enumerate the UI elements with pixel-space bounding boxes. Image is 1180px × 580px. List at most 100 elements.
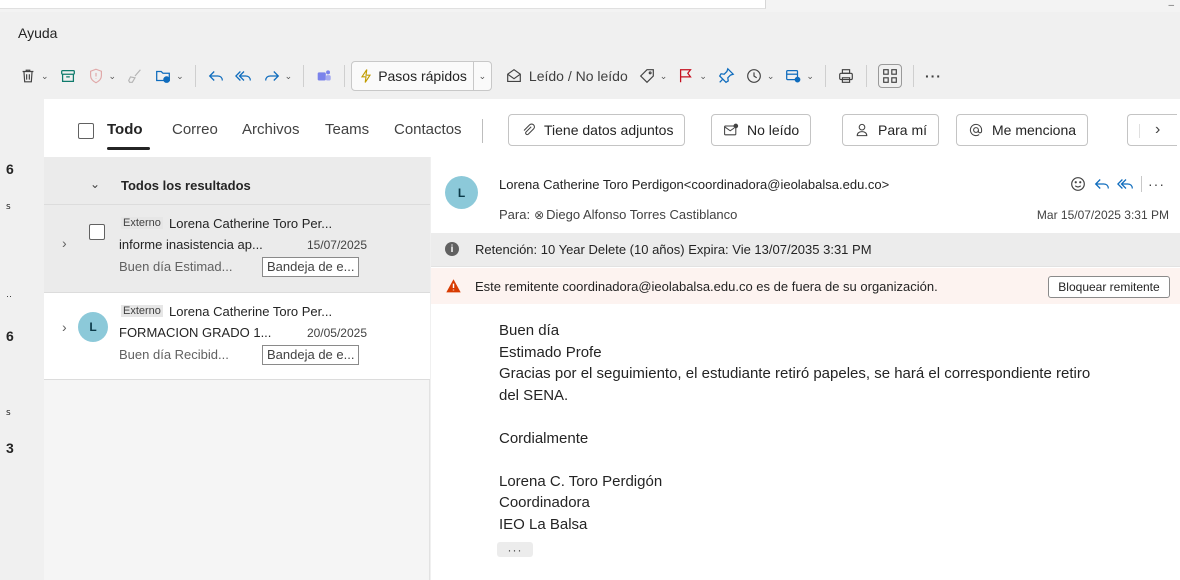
filter-attachments-chip[interactable]: Tiene datos adjuntos — [508, 114, 686, 146]
chevron-down-icon[interactable]: ⌄ — [41, 71, 49, 82]
ribbon-divider — [824, 65, 826, 87]
item-folder-badge[interactable]: Bandeja de e... — [262, 345, 360, 365]
emoji-icon[interactable] — [1069, 175, 1087, 193]
tab-contactos[interactable]: Contactos — [394, 121, 462, 138]
chip-divider — [1139, 124, 1140, 138]
categorize-button[interactable]: ⌄ — [633, 61, 673, 91]
reply-button[interactable] — [202, 61, 230, 91]
list-item[interactable]: › Externo Lorena Catherine Toro Per... i… — [44, 204, 430, 292]
select-all-checkbox[interactable] — [78, 123, 94, 139]
active-tab-indicator — [107, 147, 150, 150]
filter-unread-chip[interactable]: No leído — [711, 114, 812, 146]
tab-correo[interactable]: Correo — [172, 121, 218, 138]
item-folder-badge[interactable]: Bandeja de e... — [262, 257, 360, 277]
forward-icon — [264, 71, 279, 81]
read-unread-button[interactable]: Leído / No leído — [500, 61, 633, 91]
item-date: 20/05/2025 — [306, 326, 367, 340]
reply-all-icon — [234, 71, 251, 81]
chevron-down-icon[interactable]: ⌄ — [699, 71, 707, 82]
chevron-down-icon[interactable]: ⌄ — [176, 71, 184, 82]
search-filter-bar: Todo Correo Archivos Teams Contactos Tie… — [44, 99, 1180, 157]
chevron-down-icon[interactable]: ⌄ — [806, 71, 814, 82]
reply-all-button[interactable] — [230, 61, 258, 91]
body-line: IEO La Balsa — [499, 515, 588, 533]
info-icon: i — [445, 242, 459, 256]
person-icon — [856, 123, 868, 137]
reply-icon[interactable] — [1093, 175, 1111, 193]
teams-share-button[interactable] — [310, 61, 338, 91]
apps-button[interactable] — [873, 61, 907, 91]
chip-label: No leído — [747, 122, 800, 138]
shield-icon — [89, 68, 102, 84]
lightning-icon — [361, 69, 372, 83]
broom-icon — [128, 69, 141, 83]
message-recipients: Para: ⊗ Diego Alfonso Torres Castiblanco — [499, 207, 737, 222]
archive-button[interactable] — [54, 61, 82, 91]
window-control-icon[interactable]: – — [1168, 0, 1174, 11]
snooze-button[interactable]: ⌄ — [740, 61, 780, 91]
pin-icon — [718, 67, 735, 84]
item-checkbox[interactable] — [89, 224, 105, 240]
left-rail-count: 6 — [6, 161, 14, 177]
more-options-icon[interactable]: ··· — [920, 61, 947, 91]
item-date: 15/07/2025 — [306, 238, 367, 252]
message-body: Buen día Estimado Profe Gracias por el s… — [499, 320, 1159, 535]
tab-todo[interactable]: Todo — [107, 121, 143, 138]
to-label: Para: — [499, 207, 531, 222]
delete-button[interactable]: ⌄ — [14, 61, 54, 91]
external-sender-text: Este remitente coordinadora@ieolabalsa.e… — [475, 279, 938, 294]
more-options-icon[interactable]: ··· — [1148, 176, 1165, 192]
flag-button[interactable]: ⌄ — [672, 61, 712, 91]
body-line: Coordinadora — [499, 494, 590, 511]
results-group-title: Todos los resultados — [121, 178, 251, 193]
address-field[interactable] — [0, 0, 766, 9]
rules-button[interactable]: ⌄ — [779, 61, 819, 91]
chevron-down-icon[interactable]: ⌄ — [767, 71, 775, 82]
menu-help[interactable]: Ayuda — [18, 25, 57, 41]
retention-banner: i Retención: 10 Year Delete (10 años) Ex… — [431, 233, 1180, 267]
print-button[interactable] — [832, 61, 860, 91]
chevron-right-icon[interactable]: › — [62, 235, 67, 251]
body-line: Cordialmente — [499, 429, 589, 447]
tab-teams[interactable]: Teams — [325, 121, 369, 138]
left-rail-mark: ꜱ — [6, 407, 11, 417]
quick-steps-button[interactable]: Pasos rápidos ⌄ — [351, 61, 492, 91]
block-sender-button[interactable]: Bloquear remitente — [1048, 276, 1170, 298]
results-group-header[interactable]: ⌄ Todos los resultados — [44, 157, 430, 204]
read-unread-label: Leído / No leído — [528, 68, 628, 84]
ribbon-divider — [194, 65, 196, 87]
item-sender: Lorena Catherine Toro Per... — [169, 304, 333, 319]
external-tag: Externo — [121, 217, 163, 229]
filter-scroll-next-button[interactable]: › — [1127, 114, 1177, 146]
filter-to-me-chip[interactable]: Para mí — [842, 114, 940, 146]
pin-button[interactable] — [712, 61, 740, 91]
trash-icon — [22, 69, 34, 83]
body-line: Buen día — [499, 322, 560, 339]
chevron-down-icon[interactable]: ⌄ — [660, 71, 668, 82]
body-line: Gracias por el seguimiento, el estudiant… — [499, 365, 1091, 382]
grid-icon — [877, 64, 902, 88]
move-to-button[interactable]: ⌄ — [149, 61, 189, 91]
quick-steps-label: Pasos rápidos — [378, 68, 467, 84]
forward-button[interactable]: ⌄ — [258, 61, 298, 91]
report-button[interactable]: ⌄ — [82, 61, 122, 91]
sweep-button[interactable] — [121, 61, 149, 91]
reply-all-icon[interactable] — [1117, 175, 1135, 193]
show-trimmed-content-button[interactable]: ··· — [497, 542, 533, 557]
ribbon-divider — [303, 65, 305, 87]
message-sender[interactable]: Lorena Catherine Toro Perdigon<coordinad… — [499, 177, 889, 192]
chevron-down-icon[interactable]: ⌄ — [109, 71, 117, 82]
filter-mentions-chip[interactable]: Me menciona — [956, 114, 1089, 146]
chevron-down-icon[interactable]: ⌄ — [472, 62, 491, 90]
chevron-down-icon[interactable]: ⌄ — [285, 71, 293, 82]
recipient-name[interactable]: Diego Alfonso Torres Castiblanco — [546, 207, 737, 222]
chevron-right-icon[interactable]: › — [62, 319, 67, 335]
ribbon-toolbar: ⌄ ⌄ ⌄ ⌄ Pasos rápidos ⌄ Leído / No leído… — [0, 53, 1180, 99]
tag-icon — [639, 69, 654, 84]
tab-archivos[interactable]: Archivos — [242, 121, 300, 138]
left-rail: 6 ꜱ ·· 6 ꜱ 3 — [0, 99, 44, 580]
chevron-down-icon[interactable]: ⌄ — [90, 177, 100, 191]
list-item[interactable]: › L Externo Lorena Catherine Toro Per...… — [44, 292, 430, 380]
ribbon-divider — [865, 65, 867, 87]
